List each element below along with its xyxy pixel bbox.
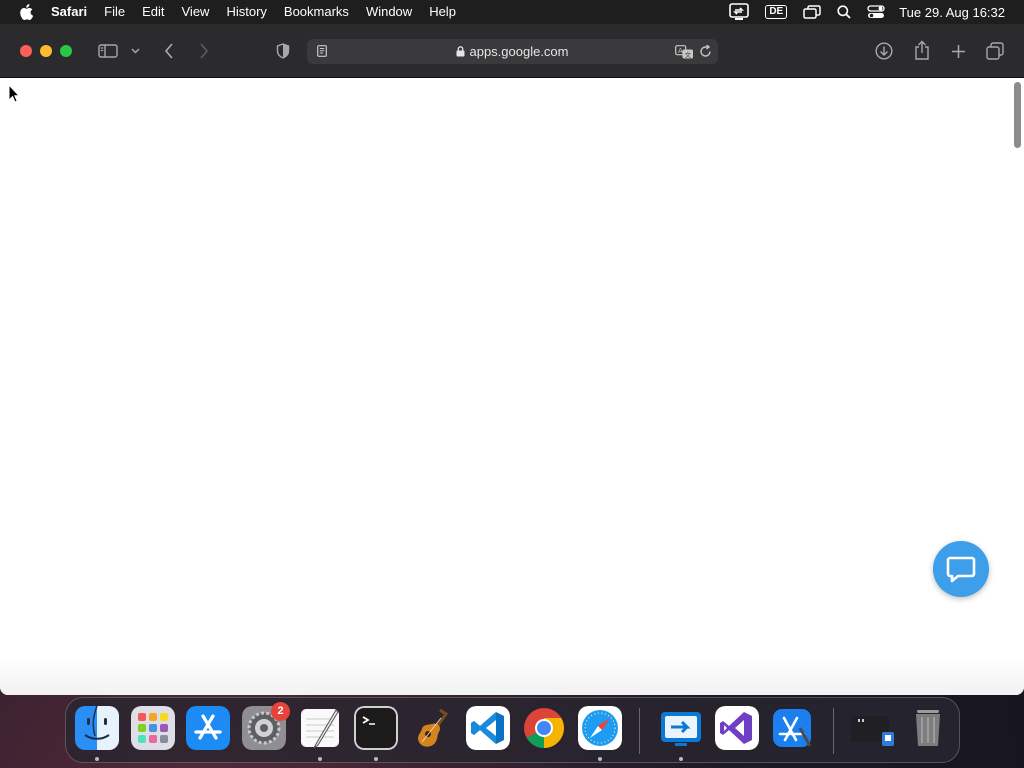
svg-text:A: A [678, 47, 683, 55]
lock-icon [456, 46, 465, 57]
menu-window[interactable]: Window [366, 0, 412, 24]
svg-text:文: 文 [684, 50, 691, 59]
apple-icon[interactable] [19, 4, 33, 20]
dock-finder-icon[interactable] [75, 706, 119, 750]
remote-desktop-status-icon[interactable] [729, 3, 750, 21]
dock [65, 697, 960, 763]
remote-desktop-running-dot [679, 757, 683, 761]
textedit-running-dot [374, 757, 378, 761]
address-bar[interactable]: apps.google.com A文 [307, 39, 718, 64]
dock-terminal-icon[interactable] [354, 706, 398, 750]
settings-running-dot [318, 757, 322, 761]
privacy-shield-icon[interactable] [274, 42, 292, 60]
menu-bar: Safari File Edit View History Bookmarks … [0, 0, 1024, 24]
menu-file[interactable]: File [104, 0, 125, 24]
menu-app-name[interactable]: Safari [51, 0, 87, 24]
mouse-cursor-icon [8, 83, 21, 108]
content-bottom-shade [0, 655, 1024, 695]
settings-notification-badge: 2 [271, 702, 290, 721]
web-page-content[interactable] [0, 78, 1024, 695]
dock-trash-icon[interactable] [906, 706, 950, 750]
menu-bookmarks[interactable]: Bookmarks [284, 0, 349, 24]
dock-xcode-icon[interactable] [770, 706, 814, 750]
finder-running-dot [95, 757, 99, 761]
control-center-icon[interactable] [867, 5, 885, 19]
menu-view[interactable]: View [182, 0, 210, 24]
menu-edit[interactable]: Edit [142, 0, 164, 24]
dock-safari-icon[interactable] [578, 706, 622, 750]
safari-window: apps.google.com A文 [0, 24, 1024, 695]
menubar-clock[interactable]: Tue 29. Aug 16:32 [899, 5, 1005, 20]
minimize-window-button[interactable] [40, 45, 52, 57]
dock-remote-desktop-icon[interactable] [659, 706, 703, 750]
chat-bubble-icon [946, 556, 976, 583]
new-tab-plus-icon[interactable] [948, 41, 968, 61]
share-icon[interactable] [912, 39, 932, 61]
dock-separator-2 [833, 708, 834, 754]
dock-downloads-stack-icon[interactable] [848, 706, 898, 750]
close-window-button[interactable] [20, 45, 32, 57]
menu-help[interactable]: Help [429, 0, 456, 24]
dock-garageband-icon[interactable] [410, 706, 454, 750]
input-language-label: DE [765, 5, 788, 19]
tab-overview-icon[interactable] [985, 41, 1005, 61]
input-language-icon[interactable]: DE [765, 5, 788, 19]
dock-app-store-icon[interactable] [186, 706, 230, 750]
safari-running-dot [598, 757, 602, 761]
dock-textedit-icon[interactable] [298, 706, 342, 750]
dock-visual-studio-icon[interactable] [715, 706, 759, 750]
menu-history[interactable]: History [226, 0, 266, 24]
url-text: apps.google.com [469, 44, 569, 59]
chevron-down-icon[interactable] [129, 45, 141, 57]
vertical-scrollbar[interactable] [1014, 82, 1021, 148]
url-display[interactable]: apps.google.com [307, 39, 718, 64]
dock-chrome-icon[interactable] [522, 706, 566, 750]
sidebar-toggle-icon[interactable] [97, 42, 119, 60]
downloads-icon[interactable] [874, 41, 894, 61]
back-arrow-icon[interactable] [160, 42, 178, 60]
chat-support-button[interactable] [933, 541, 989, 597]
fullscreen-window-button[interactable] [60, 45, 72, 57]
forward-arrow-icon[interactable] [195, 42, 213, 60]
translate-icon[interactable]: A文 [674, 44, 694, 59]
dock-vscode-icon[interactable] [466, 706, 510, 750]
dock-separator [639, 708, 640, 754]
screen-mirroring-icon[interactable] [803, 5, 821, 19]
reload-icon[interactable] [698, 44, 713, 59]
dock-launchpad-icon[interactable] [131, 706, 175, 750]
safari-toolbar: apps.google.com A文 [0, 24, 1024, 78]
spotlight-search-icon[interactable] [837, 5, 851, 19]
